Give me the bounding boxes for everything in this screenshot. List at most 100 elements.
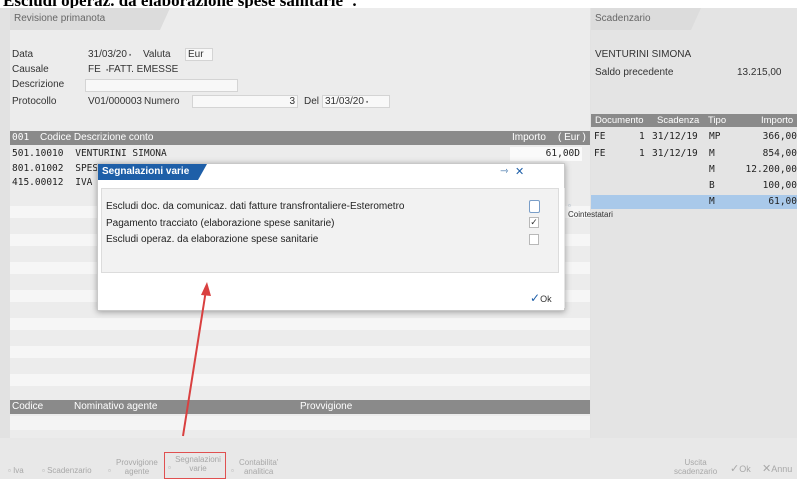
row-desc: IVA	[75, 177, 93, 188]
grid-header-currency: ( Eur )	[558, 132, 586, 143]
data-field[interactable]: 31/03/20 ▪	[85, 48, 143, 61]
scadenzario-panel: Scadenzario VENTURINI SIMONA Saldo prece…	[591, 8, 797, 438]
agent-header-provvigione: Provvigione	[300, 401, 353, 412]
row-code: 801.01002	[12, 163, 64, 174]
scadenzario-row-selected[interactable]: M 61,00	[591, 195, 797, 209]
scad-amount: 854,00	[762, 148, 797, 159]
uscita-scadenzario-button[interactable]: Uscita scadenzario	[674, 458, 717, 476]
dialog-title: Segnalazioni varie	[98, 164, 207, 180]
valuta-label: Valuta	[143, 49, 171, 60]
provvigione-label-2: agente	[124, 467, 150, 476]
row-code: 501.10010	[12, 148, 64, 159]
scadenzario-grid-header: Documento Scadenza Tipo Importo	[591, 114, 797, 127]
annulla-button[interactable]: ✕Annu	[762, 462, 792, 475]
grid-header-importo: Importo	[512, 132, 546, 143]
option-esterometro-checkbox[interactable]	[529, 200, 540, 213]
scad-date: 31/12/19	[652, 131, 698, 142]
provvigione-icon: ▫	[108, 466, 111, 475]
row-amount[interactable]: 61,00D	[510, 147, 582, 161]
cointestatari-icon: ▫	[568, 201, 571, 210]
dialog-divider	[564, 188, 565, 308]
cointestatari-item[interactable]: ▫ Cointestatari	[568, 201, 613, 219]
table-row[interactable]: 415.00012 IVA	[12, 176, 102, 190]
scad-tipo: B	[709, 180, 715, 191]
cointestatari-label: Cointestatari	[568, 210, 613, 219]
saldo-label: Saldo precedente	[595, 67, 674, 78]
scad-doc: FE	[594, 131, 606, 142]
dialog-ok-label: Ok	[540, 294, 552, 304]
scadenzario-button[interactable]: ▫ Scadenzario	[42, 466, 92, 475]
segnalazioni-varie-button[interactable]: ▫ Segnalazioni varie	[164, 452, 226, 479]
option-escludi-spese-checkbox[interactable]	[529, 234, 539, 245]
ok-button[interactable]: ✓Ok	[730, 462, 751, 475]
check-icon: ✓	[530, 291, 541, 305]
scad-header-documento: Documento	[595, 115, 644, 126]
uscita-label-2: scadenzario	[674, 467, 718, 476]
scad-num: 1	[639, 148, 645, 159]
scadenzario-row[interactable]: FE 1 31/12/19 MP 366,00	[591, 130, 797, 144]
segnalazioni-icon: ▫	[168, 463, 171, 472]
uscita-label-1: Uscita	[684, 458, 707, 467]
scad-tipo: M	[709, 164, 715, 175]
scad-header-scadenza: Scadenza	[657, 115, 700, 126]
scad-doc: FE	[594, 148, 606, 159]
annulla-label: Annu	[771, 464, 793, 474]
agent-header-nominativo: Nominativo agente	[74, 401, 158, 412]
valuta-field[interactable]: Eur	[185, 48, 213, 61]
page-heading: Escludi operaz. da elaborazione spese sa…	[3, 0, 357, 8]
agenti-grid-header: Codice Nominativo agente Provvigione	[10, 400, 590, 414]
app-window: Revisione primanota Data 31/03/20 ▪ Valu…	[0, 8, 797, 479]
contabilita-label-2: analitica	[243, 467, 274, 476]
row-desc: VENTURINI SIMONA	[75, 148, 167, 159]
scad-amount: 12.200,00	[745, 164, 797, 175]
close-icon: ✕	[762, 463, 772, 475]
scadenzario-row[interactable]: FE 1 31/12/19 M 854,00	[591, 147, 797, 161]
scad-num: 1	[639, 131, 645, 142]
scad-tipo: M	[709, 196, 715, 207]
contabilita-analitica-button[interactable]: ▫ Contabilita' analitica	[231, 458, 278, 476]
protocollo-field[interactable]: V01/000003	[85, 95, 143, 108]
tab-scadenzario[interactable]: Scadenzario	[591, 8, 701, 30]
scad-date: 31/12/19	[652, 148, 698, 159]
del-label: Del	[304, 96, 320, 107]
segnalazioni-varie-dialog: Segnalazioni varie ⇾ ✕ Escludi doc. da c…	[97, 163, 613, 311]
scad-amount: 61,00	[768, 196, 797, 207]
dialog-ok-button[interactable]: ✓Ok	[530, 291, 552, 305]
descrizione-label: Descrizione	[12, 79, 65, 90]
close-dialog-icon[interactable]: ✕	[515, 165, 524, 178]
grid-empty-row	[10, 374, 590, 386]
saldo-value: 13.215,00	[737, 67, 782, 78]
conti-grid-header: 001 Codice Descrizione conto Importo ( E…	[10, 131, 590, 145]
grid-empty-row	[10, 318, 590, 330]
iva-label: Iva	[13, 466, 24, 475]
pin-icon[interactable]: ⇾	[500, 166, 508, 177]
table-row[interactable]: 801.01002 SPES	[12, 162, 102, 176]
provvigione-label-1: Provvigione	[116, 458, 158, 467]
check-icon: ✓	[730, 463, 740, 475]
numero-label: Numero	[144, 96, 180, 107]
numero-field[interactable]: 3	[192, 95, 298, 108]
option-pagamento-tracciato-label: Pagamento tracciato (elaborazione spese …	[106, 218, 335, 229]
protocollo-label: Protocollo	[12, 96, 57, 107]
scadenzario-row[interactable]: M 12.200,00	[591, 163, 797, 177]
bottom-toolbar: ▫ Iva ▫ Scadenzario ▫ Provvigione agente…	[0, 438, 797, 479]
option-pagamento-tracciato-checkbox[interactable]: ✓	[529, 217, 539, 228]
del-field[interactable]: 31/03/20 ▪	[322, 95, 390, 108]
descrizione-field[interactable]	[85, 79, 238, 92]
scadenzario-row[interactable]: B 100,00	[591, 179, 797, 193]
causale-code-field[interactable]: FE	[85, 63, 103, 76]
contabilita-label-1: Contabilita'	[239, 458, 279, 467]
grid-empty-row	[10, 346, 590, 358]
causale-label: Causale	[12, 64, 49, 75]
scad-header-importo: Importo	[761, 115, 794, 126]
scadenzario-label: Scadenzario	[47, 466, 92, 475]
segnalazioni-label-1: Segnalazioni	[175, 455, 221, 464]
tab-revisione-primanota[interactable]: Revisione primanota	[10, 8, 170, 30]
agent-header-codice: Codice	[12, 401, 44, 412]
provvigione-agente-button[interactable]: ▫ Provvigione agente	[108, 458, 158, 476]
iva-button[interactable]: ▫ Iva	[8, 466, 24, 475]
grid-header-code: 001	[12, 132, 30, 143]
causale-desc-field[interactable]: ▪FATT. EMESSE	[103, 63, 233, 76]
scad-tipo: MP	[709, 131, 721, 142]
table-row[interactable]: 501.10010 VENTURINI SIMONA 61,00D	[12, 147, 590, 161]
